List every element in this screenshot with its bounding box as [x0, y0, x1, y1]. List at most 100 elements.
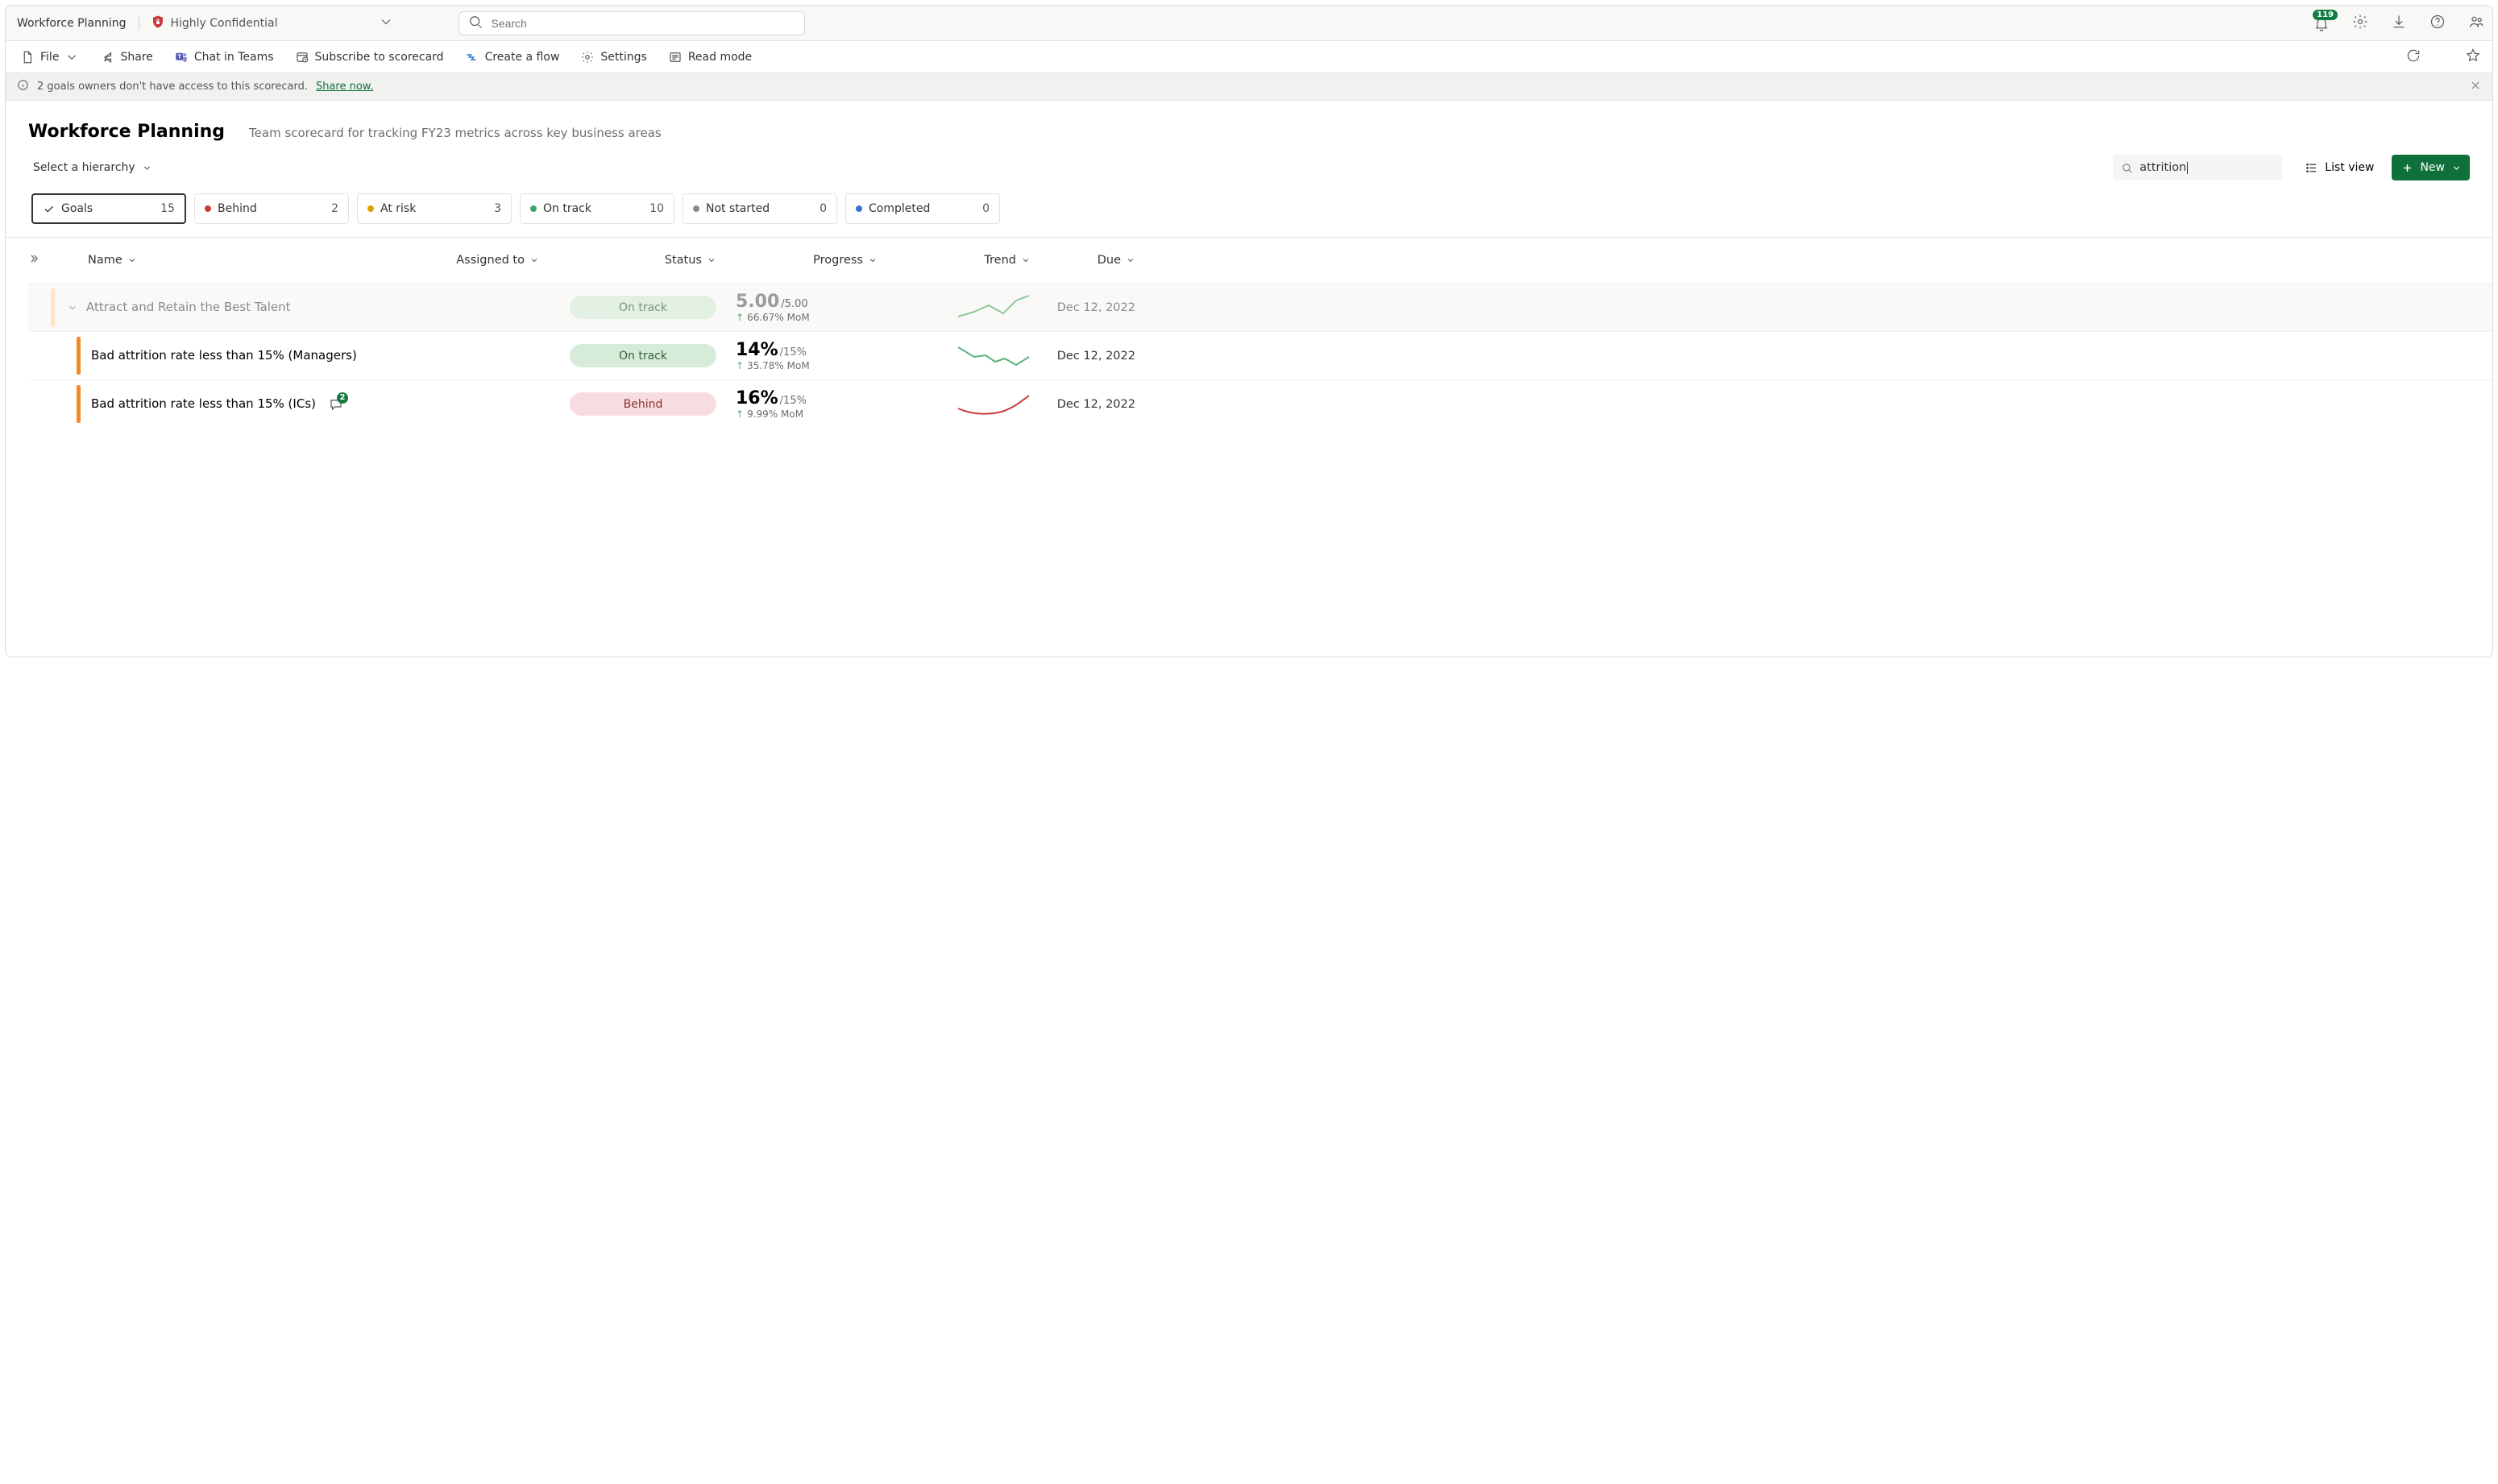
- help-icon[interactable]: [2430, 14, 2446, 33]
- status-pill: On track: [570, 344, 716, 367]
- read-mode-button[interactable]: Read mode: [665, 47, 755, 68]
- goals-search[interactable]: attrition: [2113, 155, 2282, 180]
- info-icon: [17, 79, 29, 94]
- progress-target: /15%: [780, 395, 807, 407]
- subscribe-button[interactable]: Subscribe to scorecard: [292, 47, 447, 68]
- settings-label: Settings: [600, 51, 646, 64]
- new-button[interactable]: New: [2392, 155, 2470, 180]
- banner-text: 2 goals owners don't have access to this…: [37, 81, 308, 93]
- status-mark: [51, 288, 55, 326]
- trend-sparkline: [878, 391, 1031, 418]
- status-tab-not-started[interactable]: Not started0: [683, 193, 837, 224]
- col-trend[interactable]: Trend: [878, 254, 1031, 267]
- progress-delta: 35.78% MoM: [747, 360, 810, 371]
- status-tab-goals[interactable]: Goals15: [31, 193, 186, 224]
- due-date: Dec 12, 2022: [1031, 350, 1135, 363]
- col-status[interactable]: Status: [539, 254, 716, 267]
- status-pill: Behind: [570, 392, 716, 416]
- file-menu[interactable]: File: [17, 47, 82, 68]
- goal-row[interactable]: Bad attrition rate less than 15% (ICs) 2 B…: [28, 379, 2492, 428]
- favorite-icon[interactable]: [2465, 48, 2481, 67]
- progress-value: 16%: [736, 388, 778, 408]
- close-icon[interactable]: [2470, 80, 2481, 94]
- status-tab-at-risk[interactable]: At risk3: [357, 193, 512, 224]
- page-subtitle: Team scorecard for tracking FY23 metrics…: [249, 126, 662, 140]
- col-due-label: Due: [1098, 254, 1121, 267]
- progress-target: /5.00: [781, 298, 807, 310]
- status-tab-behind[interactable]: Behind2: [194, 193, 349, 224]
- trend-sparkline: [878, 342, 1031, 370]
- page-header: Workforce Planning Team scorecard for tr…: [6, 101, 2492, 145]
- expand-all-icon[interactable]: [28, 253, 39, 267]
- share-button[interactable]: Share: [97, 47, 156, 68]
- col-assigned[interactable]: Assigned to: [378, 254, 539, 267]
- chat-teams-button[interactable]: T Chat in Teams: [171, 47, 277, 68]
- shield-lock-icon: [151, 15, 165, 32]
- progress-value: 14%: [736, 340, 778, 360]
- sensitivity-selector[interactable]: Highly Confidential: [146, 15, 282, 32]
- trend-up-icon: ↑: [736, 408, 744, 420]
- col-name-label: Name: [88, 254, 122, 267]
- goals-search-input[interactable]: attrition: [2139, 161, 2188, 174]
- hierarchy-label: Select a hierarchy: [33, 161, 135, 174]
- col-trend-label: Trend: [984, 254, 1016, 267]
- share-label: Share: [120, 51, 152, 64]
- subscribe-label: Subscribe to scorecard: [315, 51, 444, 64]
- trend-sparkline: [878, 294, 1031, 321]
- command-bar: File Share T Chat in Teams Subscribe to …: [6, 41, 2492, 73]
- hierarchy-selector[interactable]: Select a hierarchy: [33, 161, 152, 174]
- new-label: New: [2420, 161, 2445, 174]
- sensitivity-label: Highly Confidential: [170, 17, 277, 30]
- create-flow-button[interactable]: Create a flow: [462, 47, 563, 68]
- settings-button[interactable]: Settings: [577, 47, 649, 68]
- due-date: Dec 12, 2022: [1031, 301, 1135, 314]
- search-icon: [467, 14, 483, 33]
- status-pill: On track: [570, 296, 716, 319]
- page-title: Workforce Planning: [28, 122, 225, 142]
- table-header: Name Assigned to Status Progress Trend D…: [28, 238, 2492, 283]
- col-status-label: Status: [665, 254, 702, 267]
- global-search-input[interactable]: [490, 16, 796, 31]
- progress-delta: 66.67% MoM: [747, 312, 810, 323]
- chevron-down-icon[interactable]: [378, 14, 394, 33]
- status-tab-on-track[interactable]: On track10: [520, 193, 674, 224]
- status-tab-completed[interactable]: Completed0: [845, 193, 1000, 224]
- share-now-link[interactable]: Share now.: [316, 81, 373, 93]
- status-tabs: Goals15 Behind2 At risk3 On track10 Not star…: [6, 192, 2492, 238]
- doc-title: Workforce Planning: [17, 17, 132, 30]
- svg-text:T: T: [177, 53, 181, 60]
- global-search[interactable]: [459, 11, 805, 35]
- col-progress[interactable]: Progress: [716, 254, 878, 267]
- list-view-toggle[interactable]: List view: [2305, 161, 2374, 175]
- people-icon[interactable]: [2468, 14, 2484, 33]
- trend-up-icon: ↑: [736, 360, 744, 371]
- col-due[interactable]: Due: [1031, 254, 1135, 267]
- goal-name: Bad attrition rate less than 15% (Manage…: [91, 346, 357, 365]
- notification-count: 119: [2313, 10, 2338, 20]
- comment-icon[interactable]: 2: [329, 397, 343, 412]
- status-mark: [77, 337, 81, 375]
- download-icon[interactable]: [2391, 14, 2407, 33]
- chat-label: Chat in Teams: [194, 51, 274, 64]
- file-label: File: [40, 51, 59, 64]
- chevron-down-icon[interactable]: [67, 302, 78, 313]
- settings-icon[interactable]: [2352, 14, 2368, 33]
- goal-row[interactable]: Bad attrition rate less than 15% (Manage…: [28, 331, 2492, 379]
- progress-delta: 9.99% MoM: [747, 408, 803, 420]
- refresh-icon[interactable]: [2405, 48, 2421, 67]
- flow-label: Create a flow: [485, 51, 560, 64]
- col-name[interactable]: Name: [88, 254, 378, 267]
- col-assigned-label: Assigned to: [456, 254, 525, 267]
- progress-target: /15%: [780, 346, 807, 359]
- col-progress-label: Progress: [813, 254, 863, 267]
- status-mark: [77, 385, 81, 423]
- title-bar: Workforce Planning Highly Confidential 1…: [6, 6, 2492, 41]
- goal-name: Bad attrition rate less than 15% (ICs): [91, 395, 316, 413]
- readmode-label: Read mode: [688, 51, 752, 64]
- trend-up-icon: ↑: [736, 312, 744, 323]
- due-date: Dec 12, 2022: [1031, 398, 1135, 411]
- list-view-label: List view: [2325, 161, 2374, 174]
- goal-name: Attract and Retain the Best Talent: [86, 298, 291, 317]
- goal-row[interactable]: Attract and Retain the Best Talent On tra…: [28, 283, 2492, 331]
- notifications-button[interactable]: 119: [2313, 15, 2330, 31]
